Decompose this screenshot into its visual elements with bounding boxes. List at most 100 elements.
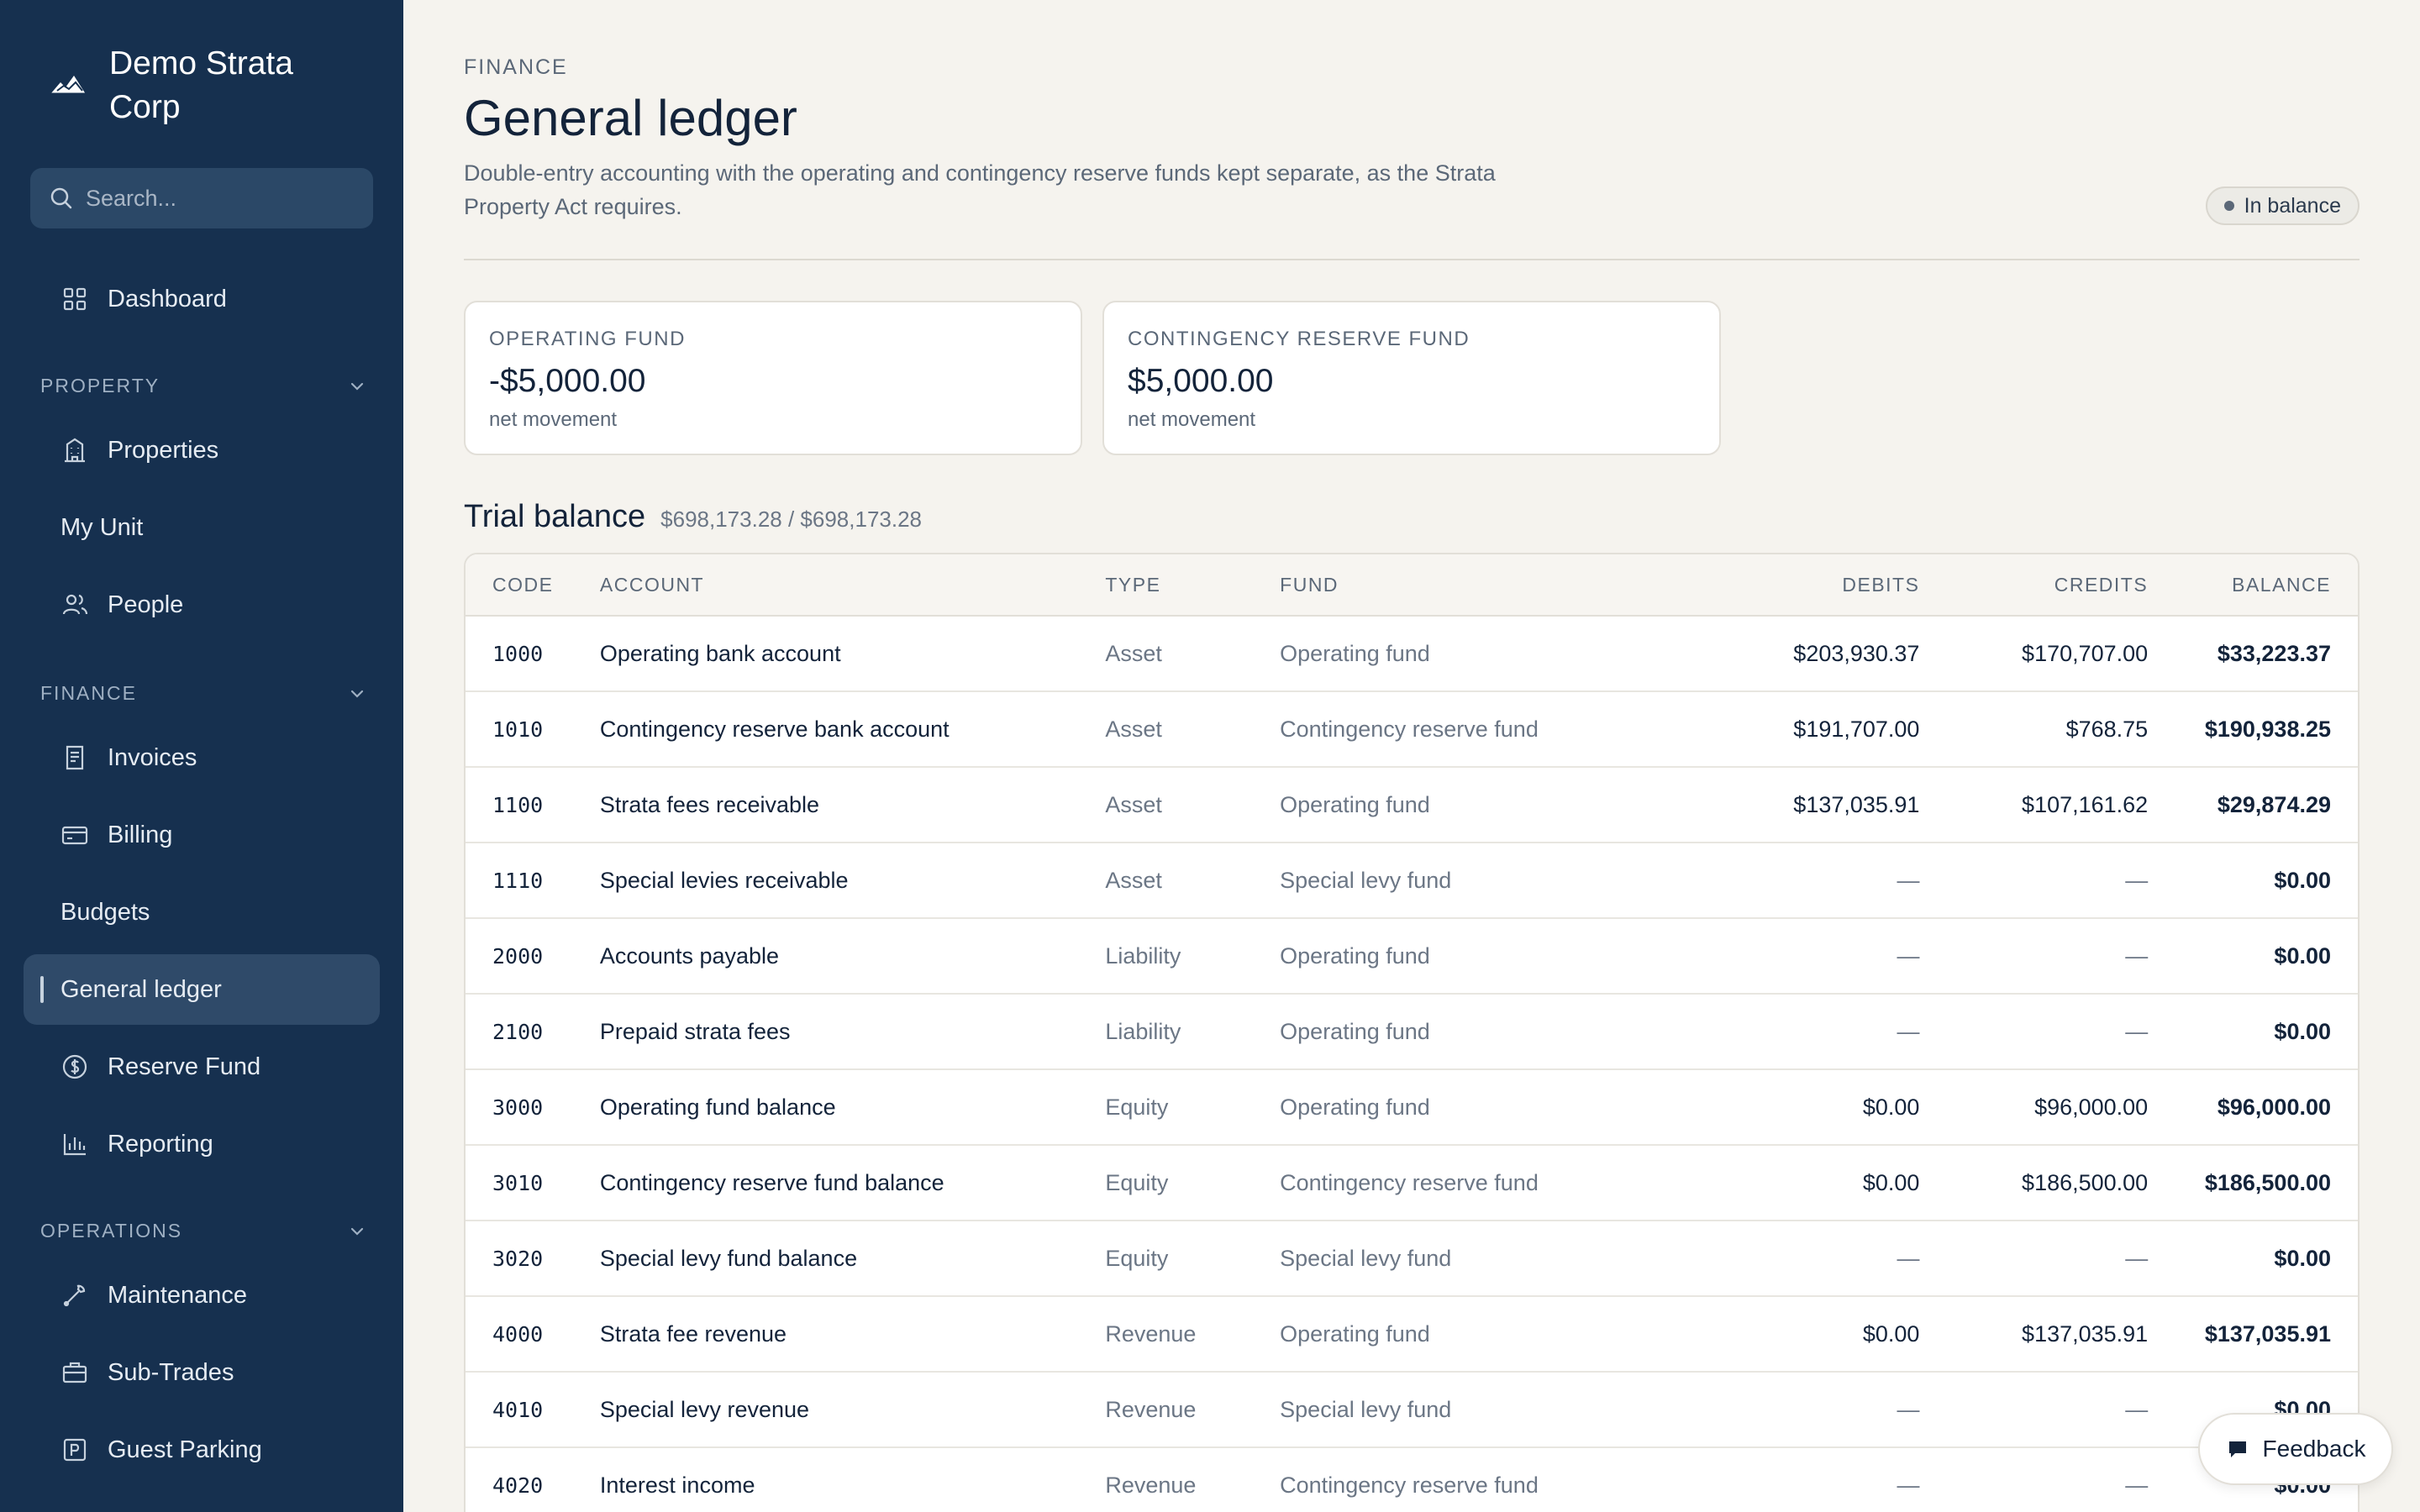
sidebar-item-sub-trades[interactable]: Sub-Trades — [24, 1337, 380, 1408]
column-header-type[interactable]: TYPE — [1105, 574, 1280, 596]
cell-code: 1000 — [492, 641, 544, 666]
cell-balance: $0.00 — [2274, 1018, 2331, 1044]
cell-balance: $137,035.91 — [2204, 1320, 2331, 1347]
cell-balance: $29,874.29 — [2217, 791, 2331, 817]
cell-fund: Contingency reserve fund — [1280, 716, 1539, 742]
cell-debits: $0.00 — [1862, 1320, 1920, 1347]
sidebar-item-label: Invoices — [108, 743, 197, 771]
cell-debits: — — [1897, 1245, 1920, 1271]
sidebar-item-people[interactable]: People — [24, 570, 380, 640]
sidebar-item-properties[interactable]: Properties — [24, 415, 380, 486]
table-row[interactable]: 4020 Interest income Revenue Contingency re… — [466, 1448, 2358, 1512]
table-row[interactable]: 1100 Strata fees receivable Asset Operating… — [466, 768, 2358, 843]
wrench-icon — [60, 1281, 89, 1310]
section-finance-toggle[interactable]: FINANCE — [40, 682, 366, 705]
sidebar-item-label: Billing — [108, 821, 173, 848]
mountain-logo-icon — [50, 76, 86, 96]
sidebar-item-label: Properties — [108, 436, 219, 464]
column-header-fund[interactable]: FUND — [1280, 574, 1666, 596]
fund-label: CONTINGENCY RESERVE FUND — [1128, 328, 1470, 350]
sidebar-item-reporting[interactable]: Reporting — [24, 1109, 380, 1179]
status-badge: In balance — [2205, 186, 2360, 225]
table-row[interactable]: 3010 Contingency reserve fund balance Equi… — [466, 1146, 2358, 1221]
table-row[interactable]: 3000 Operating fund balance Equity Operatin… — [466, 1070, 2358, 1146]
sidebar-item-maintenance[interactable]: Maintenance — [24, 1260, 380, 1331]
column-header-debits[interactable]: DEBITS — [1666, 574, 1920, 596]
section-property-toggle[interactable]: PROPERTY — [40, 375, 366, 397]
cell-balance: $0.00 — [2274, 1245, 2331, 1271]
sidebar-item-label: General ledger — [60, 975, 222, 1003]
cell-account: Operating fund balance — [599, 1094, 836, 1120]
cell-fund: Operating fund — [1280, 791, 1430, 817]
sidebar-item-label: Dashboard — [108, 285, 227, 312]
cell-credits: $186,500.00 — [2022, 1169, 2149, 1195]
section-operations-toggle[interactable]: OPERATIONS — [40, 1220, 366, 1242]
table-row[interactable]: 3020 Special levy fund balance Equity Speci… — [466, 1221, 2358, 1297]
cell-debits: $203,930.37 — [1793, 640, 1920, 666]
sidebar-item-reserve-fund[interactable]: Reserve Fund — [24, 1032, 380, 1102]
sidebar-item-label: Reporting — [108, 1130, 213, 1158]
sidebar-item-guest-parking[interactable]: Guest Parking — [24, 1415, 380, 1485]
cell-credits: — — [2125, 1396, 2149, 1422]
header-divider — [464, 259, 2360, 260]
table-row[interactable]: 4000 Strata fee revenue Revenue Operating f… — [466, 1297, 2358, 1373]
table-row[interactable]: 2100 Prepaid strata fees Liability Operatin… — [466, 995, 2358, 1070]
chat-bubble-icon — [2228, 1441, 2246, 1457]
cell-code: 2100 — [492, 1019, 544, 1044]
column-header-account[interactable]: ACCOUNT — [600, 574, 1105, 596]
page-title: General ledger — [464, 90, 797, 146]
brand[interactable]: Demo Strata Corp — [49, 42, 328, 129]
table-row[interactable]: 2000 Accounts payable Liability Operating f… — [466, 919, 2358, 995]
cell-balance: $96,000.00 — [2217, 1094, 2331, 1120]
table-row[interactable]: 1000 Operating bank account Asset Operating… — [466, 617, 2358, 692]
cell-debits: — — [1897, 867, 1920, 893]
sidebar-item-my-unit[interactable]: My Unit — [24, 492, 380, 563]
feedback-button[interactable]: Feedback — [2198, 1413, 2393, 1485]
sidebar-item-billing[interactable]: Billing — [24, 800, 380, 870]
cell-credits: — — [2125, 1245, 2149, 1271]
cell-code: 4010 — [492, 1397, 544, 1422]
search-input[interactable] — [86, 185, 355, 212]
cell-code: 4000 — [492, 1321, 544, 1347]
sidebar-item-budgets[interactable]: Budgets — [24, 877, 380, 948]
chevron-down-icon — [350, 1227, 364, 1236]
search-icon — [50, 187, 72, 209]
column-header-code[interactable]: CODE — [466, 574, 600, 596]
cell-fund: Special levy fund — [1280, 1396, 1452, 1422]
sidebar-item-general-ledger[interactable]: General ledger — [24, 954, 380, 1025]
cell-type: Equity — [1105, 1094, 1169, 1120]
cell-debits: $0.00 — [1862, 1094, 1920, 1120]
sidebar-item-dashboard[interactable]: Dashboard — [24, 264, 380, 334]
cell-type: Asset — [1105, 791, 1162, 817]
table-row[interactable]: 1110 Special levies receivable Asset Specia… — [466, 843, 2358, 919]
table-row[interactable]: 4010 Special levy revenue Revenue Special l… — [466, 1373, 2358, 1448]
operating-fund-card: OPERATING FUND -$5,000.00 net movement — [464, 301, 1082, 455]
column-header-balance[interactable]: BALANCE — [2148, 574, 2358, 596]
cell-account: Strata fees receivable — [599, 791, 820, 817]
feedback-label: Feedback — [2262, 1436, 2366, 1462]
cell-fund: Special levy fund — [1280, 867, 1452, 893]
cell-type: Revenue — [1105, 1472, 1197, 1498]
trial-balance-heading: Trial balance $698,173.28 / $698,173.28 — [464, 499, 922, 535]
column-header-credits[interactable]: CREDITS — [1919, 574, 2148, 596]
cell-debits: $0.00 — [1862, 1169, 1920, 1195]
sidebar-item-label: Guest Parking — [108, 1436, 262, 1463]
cell-code: 2000 — [492, 943, 544, 969]
cell-account: Contingency reserve fund balance — [599, 1169, 944, 1195]
cell-fund: Operating fund — [1280, 942, 1430, 969]
table-row[interactable]: 1010 Contingency reserve bank account Asse… — [466, 692, 2358, 768]
cell-debits: $137,035.91 — [1793, 791, 1920, 817]
trial-balance-title: Trial balance — [464, 499, 646, 534]
dashboard-grid-icon — [60, 285, 89, 313]
cell-balance: $0.00 — [2274, 942, 2331, 969]
search-box[interactable] — [30, 168, 373, 228]
cell-type: Revenue — [1105, 1396, 1197, 1422]
status-badge-label: In balance — [2244, 193, 2341, 218]
cell-debits: — — [1897, 1396, 1920, 1422]
cell-credits: $137,035.91 — [2022, 1320, 2149, 1347]
cell-debits: $191,707.00 — [1793, 716, 1920, 742]
cell-account: Operating bank account — [599, 640, 841, 666]
status-dot-icon — [2223, 201, 2234, 211]
sidebar-item-invoices[interactable]: Invoices — [24, 722, 380, 793]
cell-type: Asset — [1105, 716, 1162, 742]
